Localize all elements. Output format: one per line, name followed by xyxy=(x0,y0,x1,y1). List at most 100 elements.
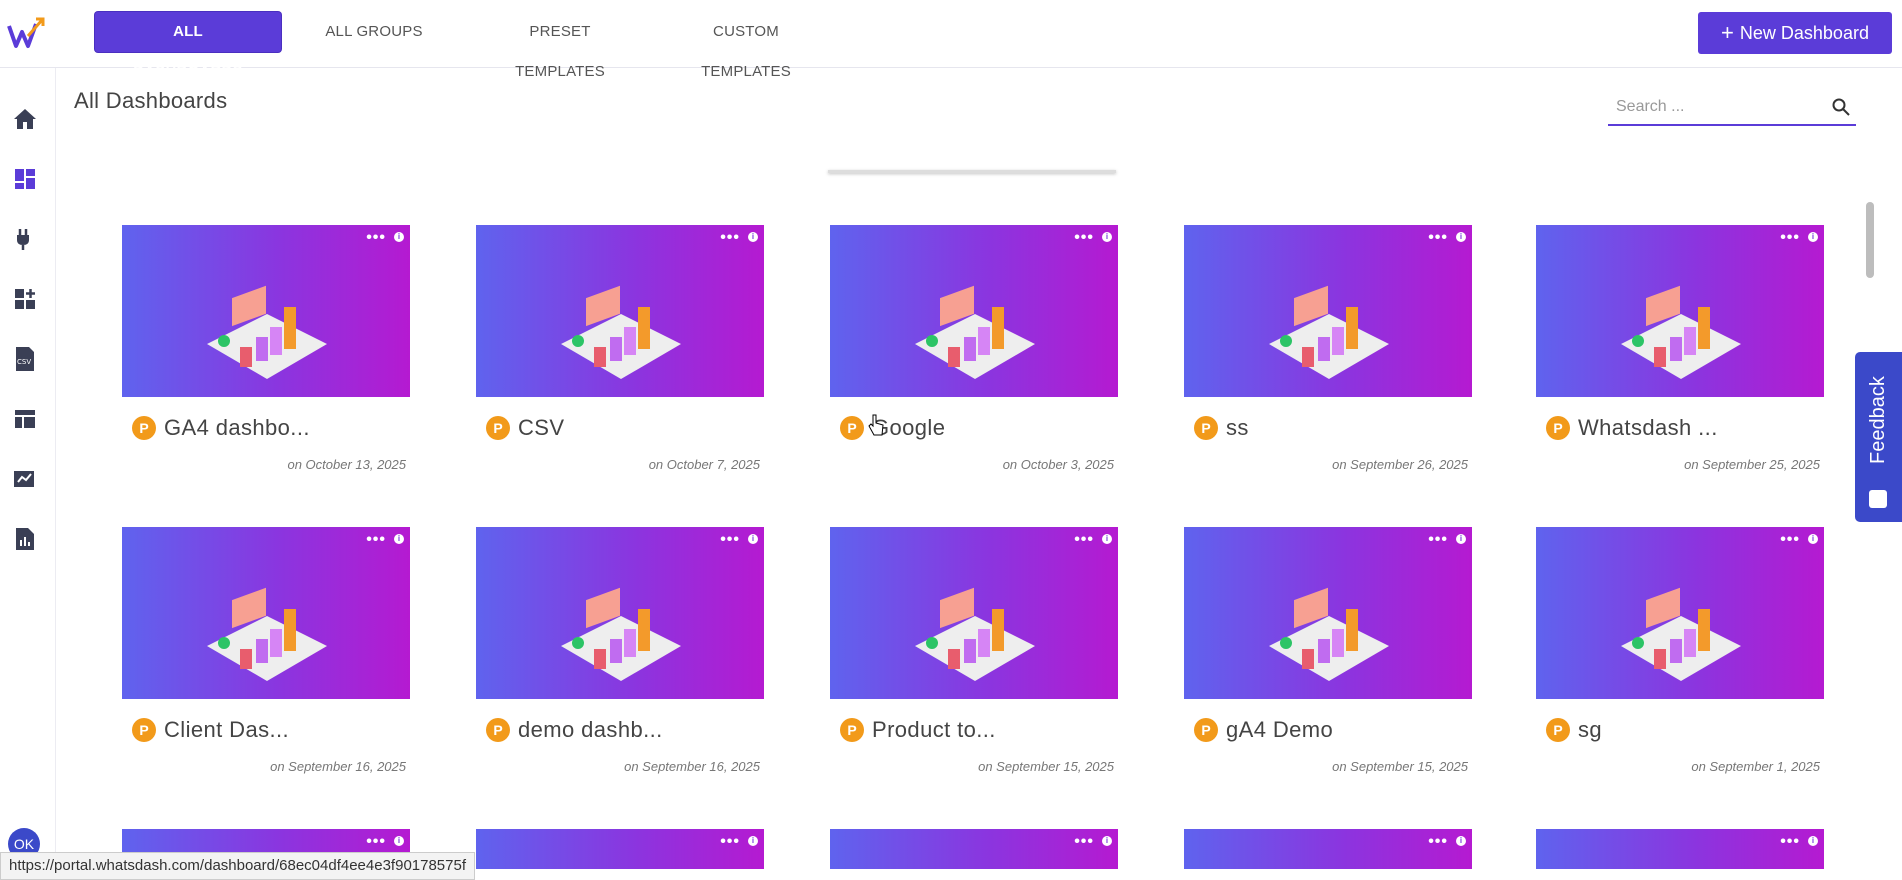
dashboard-card-partial[interactable]: ••• i xyxy=(476,829,764,869)
card-title[interactable]: demo dashb... xyxy=(518,717,663,743)
info-icon[interactable]: i xyxy=(1102,232,1112,242)
whatsdash-logo[interactable] xyxy=(6,14,46,54)
scrollbar[interactable] xyxy=(1866,202,1874,278)
dashboard-thumbnail[interactable]: ••• i xyxy=(122,225,410,397)
reports-icon[interactable] xyxy=(12,466,38,492)
more-options-icon[interactable]: ••• xyxy=(720,833,740,851)
tab-custom-templates[interactable]: CUSTOM TEMPLATES xyxy=(653,12,839,80)
dashboard-thumbnail[interactable]: ••• i xyxy=(1184,527,1472,699)
info-icon[interactable]: i xyxy=(1102,534,1112,544)
feedback-tab[interactable]: Feedback xyxy=(1855,352,1902,522)
dashboard-thumbnail[interactable]: ••• i xyxy=(476,527,764,699)
dashboard-thumbnail[interactable]: ••• i xyxy=(122,527,410,699)
info-icon[interactable]: i xyxy=(1808,836,1818,846)
dashboard-card[interactable]: ••• i P CSV on October 7, 2025 xyxy=(476,225,764,472)
plus-icon: + xyxy=(1721,20,1734,45)
dashboard-card[interactable]: ••• i P Client Das... on September 16, 202… xyxy=(122,527,410,774)
info-icon[interactable]: i xyxy=(394,836,404,846)
dashboard-card[interactable]: ••• i P Whatsdash ... on September 25, 202… xyxy=(1536,225,1824,472)
dashboard-tabs: ALL DASHBOARDS ALL GROUPS PRESET TEMPLAT… xyxy=(95,12,839,80)
more-options-icon[interactable]: ••• xyxy=(1780,531,1800,549)
dashboard-thumbnail[interactable]: ••• i xyxy=(1184,829,1472,869)
more-options-icon[interactable]: ••• xyxy=(1428,833,1448,851)
dashboard-card-partial[interactable]: ••• i xyxy=(830,829,1118,869)
card-date: on September 16, 2025 xyxy=(270,759,406,774)
info-icon[interactable]: i xyxy=(748,232,758,242)
p-badge: P xyxy=(840,718,864,742)
more-options-icon[interactable]: ••• xyxy=(720,229,740,247)
more-options-icon[interactable]: ••• xyxy=(1428,531,1448,549)
more-options-icon[interactable]: ••• xyxy=(1074,531,1094,549)
search-icon[interactable] xyxy=(1832,98,1850,116)
dashboard-card[interactable]: ••• i Psg on September 1, 2025 xyxy=(1536,527,1824,774)
analytics-icon[interactable] xyxy=(12,526,38,552)
plug-icon[interactable] xyxy=(12,226,38,252)
info-icon[interactable]: i xyxy=(394,232,404,242)
home-icon[interactable] xyxy=(12,106,38,132)
more-options-icon[interactable]: ••• xyxy=(720,531,740,549)
card-title[interactable]: gA4 Demo xyxy=(1226,717,1333,743)
chart-illustration-icon xyxy=(915,587,1035,681)
dashboard-thumbnail[interactable]: ••• i xyxy=(1184,225,1472,397)
more-options-icon[interactable]: ••• xyxy=(366,833,386,851)
info-icon[interactable]: i xyxy=(1102,836,1112,846)
add-widget-icon[interactable] xyxy=(12,286,38,312)
new-dashboard-button[interactable]: + New Dashboard xyxy=(1698,12,1892,54)
info-icon[interactable]: i xyxy=(1808,232,1818,242)
dashboard-thumbnail[interactable]: ••• i xyxy=(1536,829,1824,869)
p-badge: P xyxy=(486,718,510,742)
dashboard-card-partial[interactable]: ••• i xyxy=(1184,829,1472,869)
dashboard-thumbnail[interactable]: ••• i xyxy=(830,527,1118,699)
chart-illustration-icon xyxy=(561,285,681,379)
card-title[interactable]: ss xyxy=(1226,415,1249,441)
info-icon[interactable]: i xyxy=(1456,534,1466,544)
card-date: on October 7, 2025 xyxy=(648,457,760,472)
p-badge: P xyxy=(1546,718,1570,742)
info-icon[interactable]: i xyxy=(394,534,404,544)
card-title[interactable]: CSV xyxy=(518,415,564,441)
dashboard-thumbnail[interactable]: ••• i xyxy=(830,829,1118,869)
card-title[interactable]: Product to... xyxy=(872,717,996,743)
layout-icon[interactable] xyxy=(12,406,38,432)
search-input[interactable] xyxy=(1608,90,1818,124)
info-icon[interactable]: i xyxy=(1456,836,1466,846)
more-options-icon[interactable]: ••• xyxy=(1074,833,1094,851)
more-options-icon[interactable]: ••• xyxy=(1780,833,1800,851)
dashboard-thumbnail[interactable]: ••• i xyxy=(830,225,1118,397)
info-icon[interactable]: i xyxy=(1456,232,1466,242)
more-options-icon[interactable]: ••• xyxy=(366,531,386,549)
dashboard-thumbnail[interactable]: ••• i xyxy=(1536,225,1824,397)
dashboard-thumbnail[interactable]: ••• i xyxy=(476,829,764,869)
info-icon[interactable]: i xyxy=(1808,534,1818,544)
dashboard-card[interactable]: ••• i Pdemo dashb... on September 16, 202… xyxy=(476,527,764,774)
dashboard-card-partial[interactable]: ••• i xyxy=(1536,829,1824,869)
drag-indicator xyxy=(828,170,1116,173)
more-options-icon[interactable]: ••• xyxy=(1428,229,1448,247)
tab-all-dashboards[interactable]: ALL DASHBOARDS xyxy=(95,12,281,80)
card-title[interactable]: Client Das... xyxy=(164,717,289,743)
chart-illustration-icon xyxy=(915,285,1035,379)
info-icon[interactable]: i xyxy=(748,836,758,846)
dashboard-card[interactable]: ••• i P GA4 dashbo... on October 13, 2025 xyxy=(122,225,410,472)
card-title[interactable]: GA4 dashbo... xyxy=(164,415,310,441)
chart-illustration-icon xyxy=(207,285,327,379)
card-title[interactable]: Whatsdash ... xyxy=(1578,415,1718,441)
dashboard-card[interactable]: ••• i P Product to... on September 15, 202… xyxy=(830,527,1118,774)
more-options-icon[interactable]: ••• xyxy=(366,229,386,247)
more-options-icon[interactable]: ••• xyxy=(1780,229,1800,247)
card-title[interactable]: sg xyxy=(1578,717,1602,743)
dashboard-thumbnail[interactable]: ••• i xyxy=(1536,527,1824,699)
tab-preset-templates[interactable]: PRESET TEMPLATES xyxy=(467,12,653,80)
dashboard-card[interactable]: ••• i PgA4 Demo on September 15, 2025 xyxy=(1184,527,1472,774)
csv-icon[interactable]: CSV xyxy=(12,346,38,372)
more-options-icon[interactable]: ••• xyxy=(1074,229,1094,247)
chart-illustration-icon xyxy=(1621,587,1741,681)
dashboard-thumbnail[interactable]: ••• i xyxy=(476,225,764,397)
tab-all-groups[interactable]: ALL GROUPS xyxy=(281,12,467,52)
search-box xyxy=(1608,90,1856,126)
dashboard-icon[interactable] xyxy=(12,166,38,192)
info-icon[interactable]: i xyxy=(748,534,758,544)
dashboard-card[interactable]: ••• i Pss on September 26, 2025 xyxy=(1184,225,1472,472)
new-dashboard-label: New Dashboard xyxy=(1739,22,1869,43)
p-badge: P xyxy=(1546,416,1570,440)
